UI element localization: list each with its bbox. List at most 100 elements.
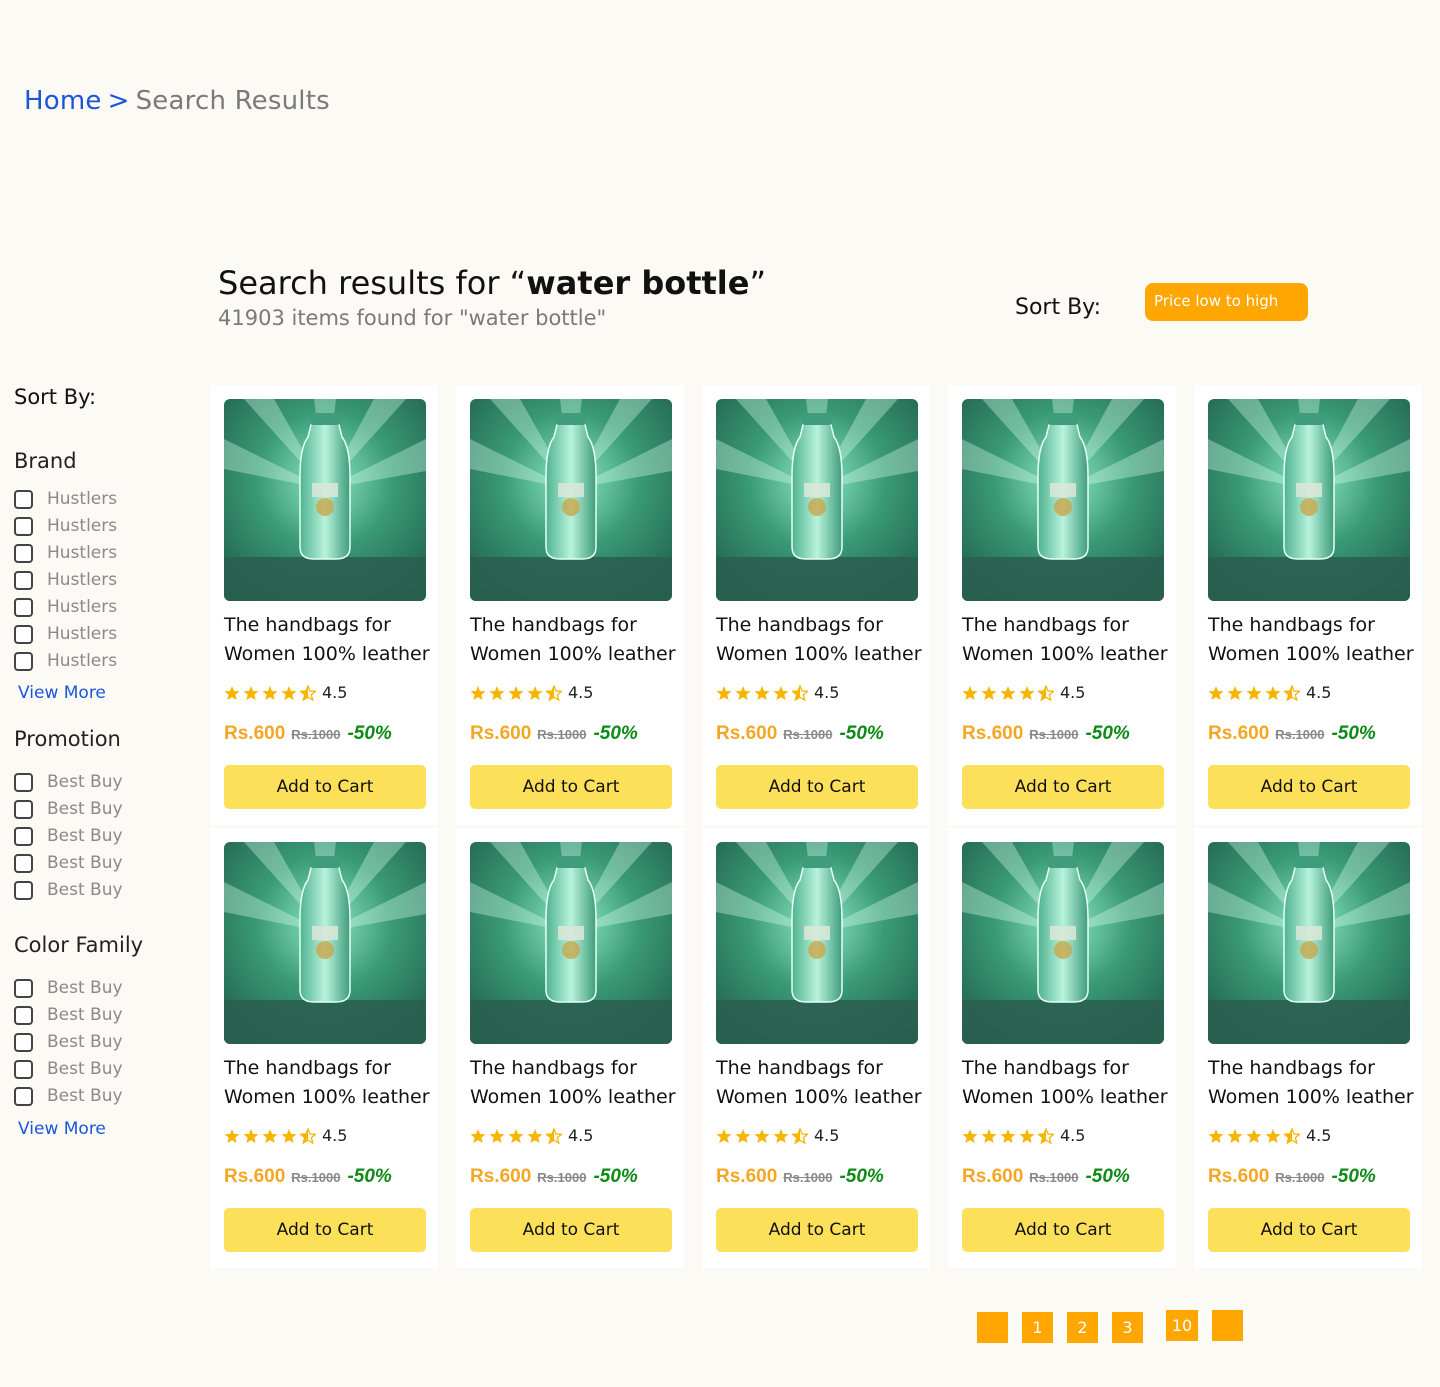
product-card[interactable]: The handbags for Women 100% leather 4.5 Rs.… [948, 385, 1176, 825]
filter-option[interactable]: Best Buy [14, 1058, 123, 1080]
filter-checkbox[interactable] [14, 826, 33, 846]
product-name[interactable]: The handbags for Women 100% leather [716, 1054, 930, 1112]
product-image[interactable] [962, 842, 1164, 1044]
filter-option[interactable]: Hustlers [14, 569, 117, 591]
filter-option[interactable]: Hustlers [14, 488, 117, 510]
filter-option[interactable]: Best Buy [14, 879, 123, 901]
product-image[interactable] [962, 399, 1164, 601]
pagination-page-button[interactable]: 3 [1112, 1312, 1143, 1343]
filter-option-label: Best Buy [47, 826, 123, 846]
filter-option[interactable]: Best Buy [14, 771, 123, 793]
filter-checkbox[interactable] [14, 1032, 33, 1052]
filter-checkbox[interactable] [14, 543, 33, 563]
filter-checkbox[interactable] [14, 489, 33, 509]
product-image[interactable] [224, 842, 426, 1044]
add-to-cart-button[interactable]: Add to Cart [224, 765, 426, 809]
filter-option[interactable]: Best Buy [14, 798, 123, 820]
price-row: Rs.600 Rs.1000 -50% [716, 723, 884, 745]
star-filled-icon [962, 685, 978, 700]
product-image[interactable] [224, 399, 426, 601]
product-old-price: Rs.1000 [1029, 1170, 1079, 1185]
star-half-icon [1284, 684, 1300, 701]
product-image[interactable] [716, 399, 918, 601]
product-image[interactable] [1208, 399, 1410, 601]
filter-checkbox[interactable] [14, 516, 33, 536]
filter-option[interactable]: Hustlers [14, 515, 117, 537]
filter-option[interactable]: Best Buy [14, 852, 123, 874]
breadcrumb-home-link[interactable]: Home [24, 86, 102, 116]
filter-checkbox[interactable] [14, 570, 33, 590]
product-name[interactable]: The handbags for Women 100% leather [224, 611, 438, 669]
product-rating: 4.5 [716, 683, 839, 702]
add-to-cart-button[interactable]: Add to Cart [962, 1208, 1164, 1252]
add-to-cart-button[interactable]: Add to Cart [716, 765, 918, 809]
filter-checkbox[interactable] [14, 1059, 33, 1079]
filter-checkbox[interactable] [14, 624, 33, 644]
product-name[interactable]: The handbags for Women 100% leather [1208, 611, 1422, 669]
product-image[interactable] [716, 842, 918, 1044]
product-card[interactable]: The handbags for Women 100% leather 4.5 Rs.… [702, 385, 930, 825]
add-to-cart-button[interactable]: Add to Cart [470, 1208, 672, 1252]
product-card[interactable]: The handbags for Women 100% leather 4.5 Rs.… [1194, 828, 1422, 1268]
filter-checkbox[interactable] [14, 978, 33, 998]
product-card[interactable]: The handbags for Women 100% leather 4.5 Rs.… [210, 385, 438, 825]
filter-option[interactable]: Hustlers [14, 542, 117, 564]
filter-checkbox[interactable] [14, 799, 33, 819]
product-image[interactable] [1208, 842, 1410, 1044]
add-to-cart-button[interactable]: Add to Cart [1208, 1208, 1410, 1252]
product-discount: -50% [593, 723, 638, 744]
product-name[interactable]: The handbags for Women 100% leather [1208, 1054, 1422, 1112]
product-card[interactable]: The handbags for Women 100% leather 4.5 Rs.… [456, 828, 684, 1268]
product-name[interactable]: The handbags for Women 100% leather [716, 611, 930, 669]
filter-checkbox[interactable] [14, 1086, 33, 1106]
filter-option[interactable]: Hustlers [14, 596, 117, 618]
filter-checkbox[interactable] [14, 853, 33, 873]
filter-option-label: Best Buy [47, 1059, 123, 1079]
add-to-cart-button[interactable]: Add to Cart [224, 1208, 426, 1252]
sort-select[interactable]: Price low to high [1145, 283, 1308, 321]
filter-option[interactable]: Hustlers [14, 650, 117, 672]
product-image[interactable] [470, 399, 672, 601]
search-query: water bottle [526, 264, 750, 302]
filter-checkbox[interactable] [14, 597, 33, 617]
product-name[interactable]: The handbags for Women 100% leather [470, 611, 684, 669]
filter-checkbox[interactable] [14, 880, 33, 900]
color-family-view-more-link[interactable]: View More [18, 1119, 106, 1139]
product-name-line: Women 100% leather [470, 643, 676, 665]
product-price: Rs.600 [470, 1166, 532, 1187]
add-to-cart-button[interactable]: Add to Cart [962, 765, 1164, 809]
filter-option[interactable]: Best Buy [14, 1085, 123, 1107]
product-card[interactable]: The handbags for Women 100% leather 4.5 Rs.… [456, 385, 684, 825]
product-name-line: The handbags for [224, 1057, 391, 1079]
filter-option[interactable]: Best Buy [14, 825, 123, 847]
product-price: Rs.600 [716, 1166, 778, 1187]
filter-option[interactable]: Best Buy [14, 1004, 123, 1026]
product-name[interactable]: The handbags for Women 100% leather [962, 611, 1176, 669]
add-to-cart-button[interactable]: Add to Cart [1208, 765, 1410, 809]
pagination-page-button[interactable]: 10 [1166, 1310, 1198, 1341]
star-half-icon [300, 684, 316, 701]
product-name[interactable]: The handbags for Women 100% leather [962, 1054, 1176, 1112]
product-card[interactable]: The handbags for Women 100% leather 4.5 Rs.… [210, 828, 438, 1268]
pagination-page-button[interactable]: 2 [1067, 1312, 1098, 1343]
product-card[interactable]: The handbags for Women 100% leather 4.5 Rs.… [948, 828, 1176, 1268]
filter-checkbox[interactable] [14, 772, 33, 792]
pagination-page-button[interactable]: 1 [1022, 1312, 1053, 1343]
star-filled-icon [716, 1128, 732, 1143]
add-to-cart-button[interactable]: Add to Cart [470, 765, 672, 809]
product-card[interactable]: The handbags for Women 100% leather 4.5 Rs.… [702, 828, 930, 1268]
product-card[interactable]: The handbags for Women 100% leather 4.5 Rs.… [1194, 385, 1422, 825]
filter-option[interactable]: Hustlers [14, 623, 117, 645]
product-image[interactable] [470, 842, 672, 1044]
filter-checkbox[interactable] [14, 651, 33, 671]
add-to-cart-button[interactable]: Add to Cart [716, 1208, 918, 1252]
filter-checkbox[interactable] [14, 1005, 33, 1025]
product-name[interactable]: The handbags for Women 100% leather [470, 1054, 684, 1112]
brand-view-more-link[interactable]: View More [18, 683, 106, 703]
product-name[interactable]: The handbags for Women 100% leather [224, 1054, 438, 1112]
pagination-next-button[interactable] [1212, 1310, 1243, 1341]
filter-option[interactable]: Best Buy [14, 1031, 123, 1053]
star-half-icon [546, 684, 562, 701]
pagination-prev-button[interactable] [977, 1312, 1008, 1343]
filter-option[interactable]: Best Buy [14, 977, 123, 999]
